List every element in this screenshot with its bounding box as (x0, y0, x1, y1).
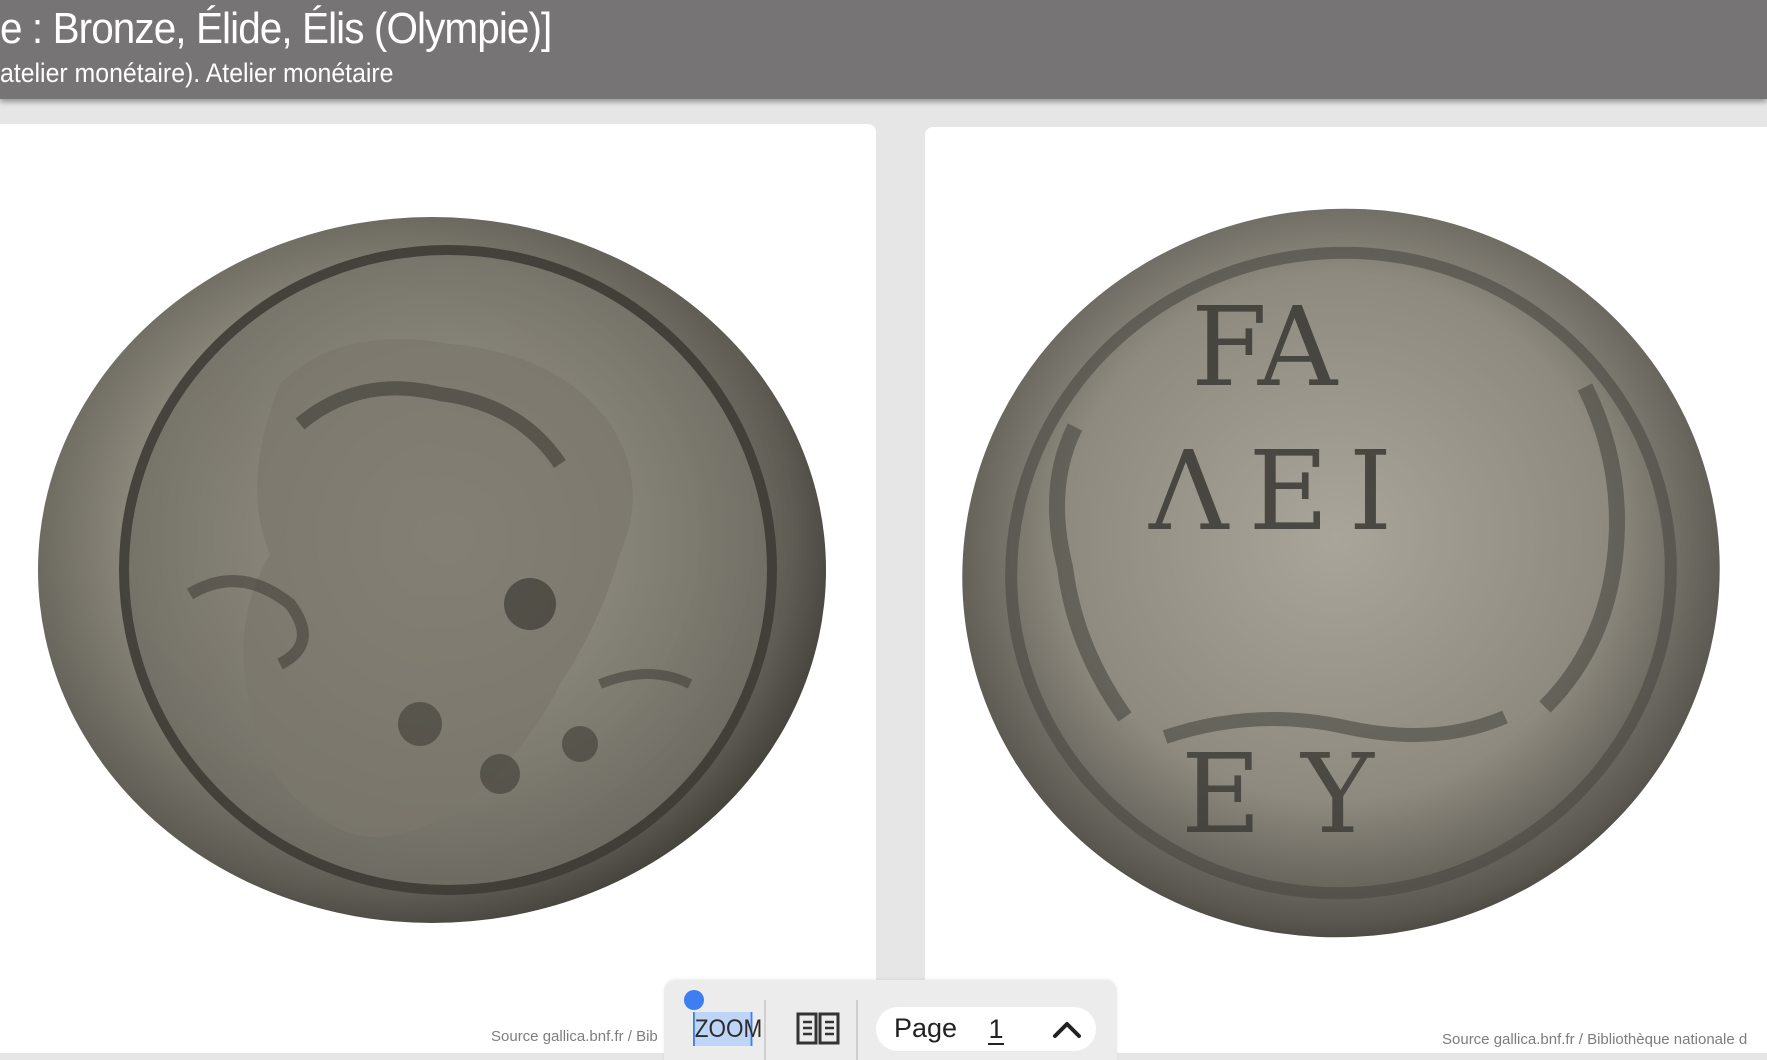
toolbar-divider (856, 1000, 858, 1060)
book-view-icon[interactable] (795, 1010, 841, 1046)
chevron-up-icon[interactable] (1052, 1019, 1082, 1039)
page-number-input[interactable]: 1 (988, 1015, 1004, 1045)
page-label: Page (894, 1013, 958, 1043)
viewer-toolbar: ZOOM Page 1 (664, 980, 1117, 1060)
coin-legend-line2: ΛEI (1148, 427, 1412, 555)
page-reverse[interactable]: FA ΛEI EY Source gallica.bnf.fr / Biblio… (925, 127, 1767, 1053)
document-title: e : Bronze, Élide, Élis (Olympie)] (0, 4, 552, 53)
coin-reverse-image: FA ΛEI EY (962, 208, 1720, 938)
document-header: e : Bronze, Élide, Élis (Olympie)] ateli… (0, 0, 1767, 99)
source-credit: Source gallica.bnf.fr / Bibliothèque nat… (1442, 1031, 1748, 1048)
zoom-button[interactable]: ZOOM (693, 1012, 762, 1046)
document-subtitle: atelier monétaire). Atelier monétaire (0, 58, 394, 88)
text-cursor-handle[interactable] (684, 990, 704, 1010)
coin-legend-line1: FA (1191, 283, 1339, 411)
source-credit: Source gallica.bnf.fr / Bib (491, 1028, 658, 1045)
page-navigator: Page 1 (876, 1007, 1096, 1051)
coin-legend-line3: EY (1181, 730, 1414, 858)
page-obverse[interactable]: Source gallica.bnf.fr / Bib (0, 124, 876, 1053)
toolbar-divider (764, 1000, 766, 1060)
coin-obverse-image (38, 217, 826, 923)
